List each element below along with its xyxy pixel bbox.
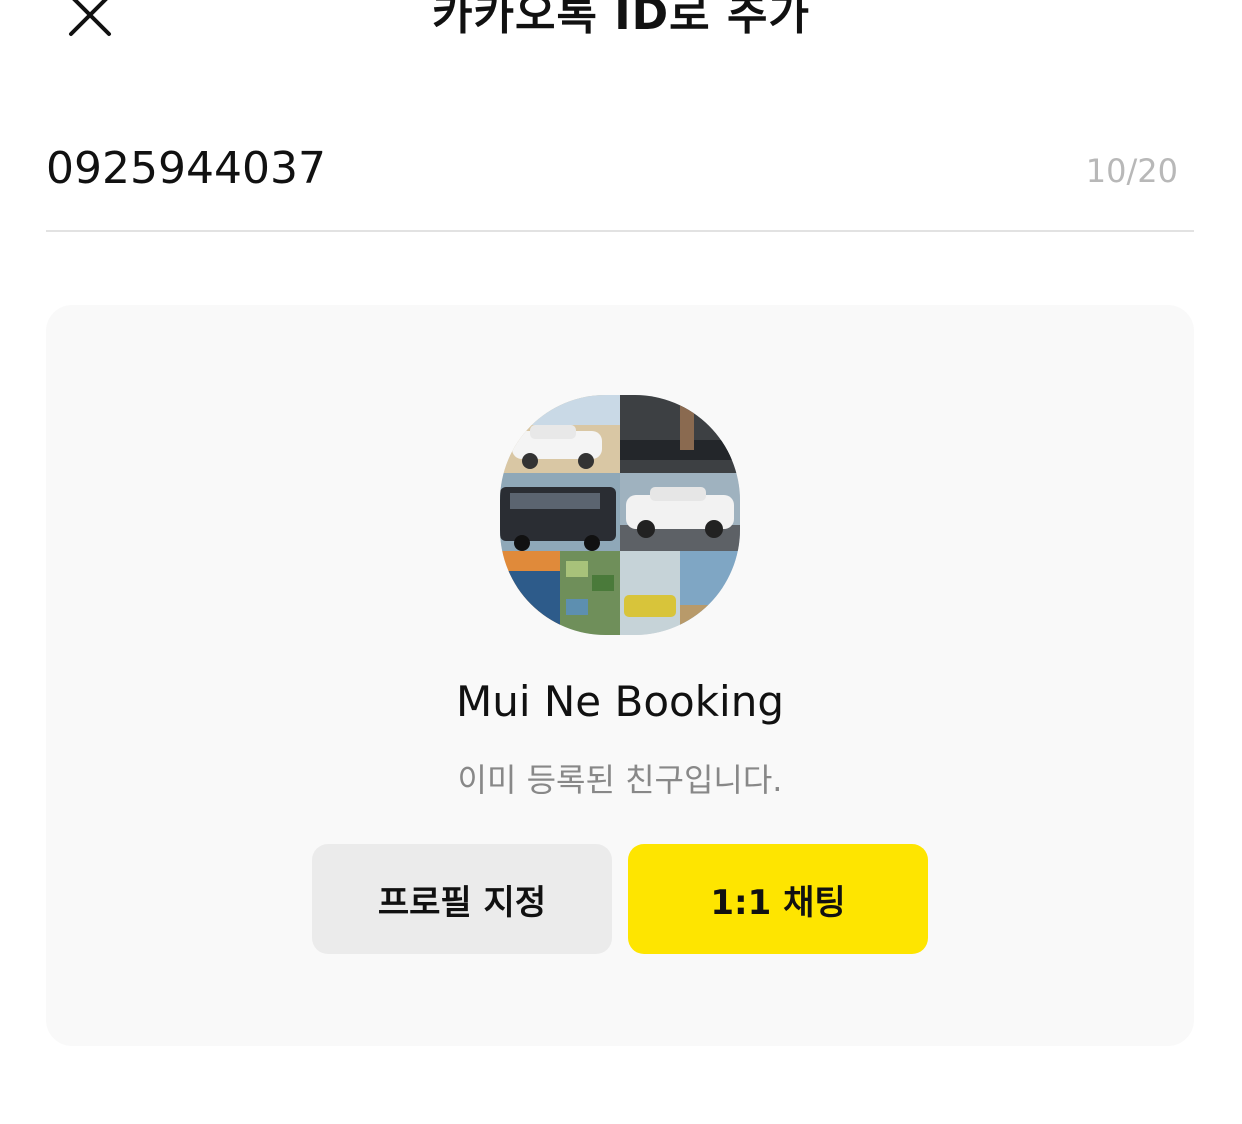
character-counter: 10/20 [1085,152,1178,190]
friend-result-card: Mui Ne Booking 이미 등록된 친구입니다. 프로필 지정 1:1 … [46,305,1194,1046]
header: 카카오톡 ID로 추가 [0,0,1242,60]
set-profile-button[interactable]: 프로필 지정 [312,844,612,954]
one-on-one-chat-button[interactable]: 1:1 채팅 [628,844,928,954]
kakao-id-input[interactable] [46,138,1046,198]
profile-name: Mui Ne Booking [456,677,784,726]
friend-status-text: 이미 등록된 친구입니다. [457,761,783,799]
page-title: 카카오톡 ID로 추가 [432,0,810,40]
profile-avatar[interactable] [500,395,740,635]
id-input-row: 10/20 [46,120,1194,232]
